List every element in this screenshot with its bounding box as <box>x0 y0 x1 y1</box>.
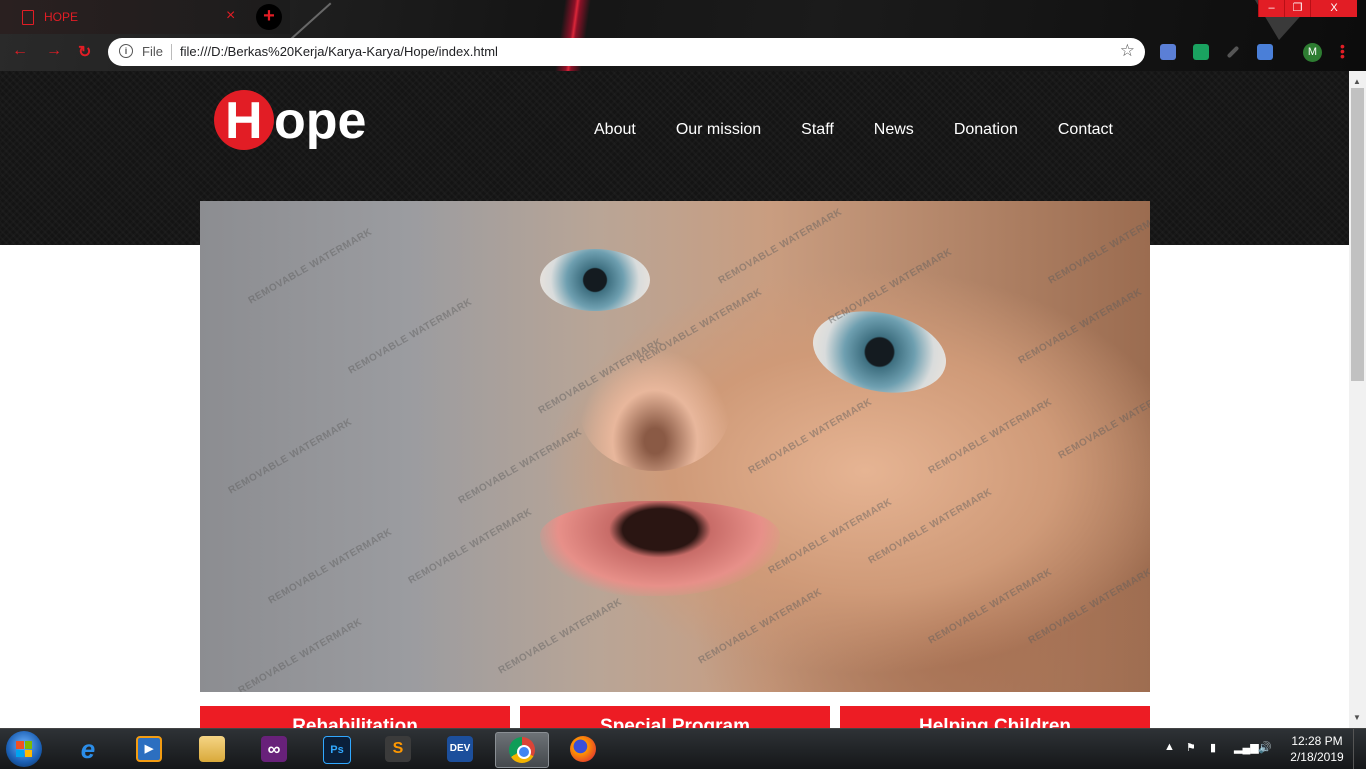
power-icon[interactable]: ▮ <box>1210 741 1216 754</box>
nav-staff[interactable]: Staff <box>801 121 834 139</box>
feature-tiles: Rehabilitation Special Program Helping C… <box>200 706 1150 728</box>
main-nav: About Our mission Staff News Donation Co… <box>594 121 1113 139</box>
taskbar-dev-cpp[interactable]: DEV <box>434 732 486 766</box>
address-separator <box>171 44 172 60</box>
logo-initial: H <box>225 92 263 150</box>
watermark: REMOVABLE WATERMARK <box>1056 381 1150 462</box>
taskbar-chrome[interactable] <box>495 732 549 768</box>
taskbar-internet-explorer[interactable]: e <box>62 732 114 766</box>
nav-our-mission[interactable]: Our mission <box>676 121 761 139</box>
nav-news[interactable]: News <box>874 121 914 139</box>
watermark: REMOVABLE WATERMARK <box>746 396 875 477</box>
windows-logo-icon <box>16 741 32 757</box>
page-icon <box>22 10 34 25</box>
restore-button[interactable]: ❐ <box>1284 0 1310 17</box>
extension-icon-1[interactable] <box>1160 44 1176 60</box>
watermark: REMOVABLE WATERMARK <box>1046 206 1150 287</box>
hero-image: REMOVABLE WATERMARK REMOVABLE WATERMARK … <box>200 201 1150 692</box>
watermark: REMOVABLE WATERMARK <box>716 206 845 287</box>
translate-extension-icon[interactable] <box>1257 44 1273 60</box>
watermark: REMOVABLE WATERMARK <box>406 506 535 587</box>
scroll-up-icon[interactable]: ▲ <box>1353 77 1361 86</box>
nav-donation[interactable]: Donation <box>954 121 1018 139</box>
menu-icon[interactable]: • • • <box>1340 39 1345 63</box>
forward-icon[interactable]: → <box>46 42 62 60</box>
taskbar-file-explorer[interactable] <box>186 732 238 766</box>
clock-date: 2/18/2019 <box>1290 750 1344 764</box>
taskbar-visual-studio[interactable]: ∞ <box>248 732 300 766</box>
back-icon[interactable]: ← <box>12 42 28 60</box>
logo-text: ope <box>274 92 367 150</box>
start-button[interactable] <box>6 731 42 767</box>
internet-explorer-icon: e <box>80 734 96 764</box>
tab-title: HOPE <box>44 10 79 24</box>
system-clock[interactable]: 12:28 PM 2/18/2019 <box>1284 733 1350 765</box>
address-bar[interactable]: i File file:///D:/Berkas%20Kerja/Karya-K… <box>108 38 1145 66</box>
watermark: REMOVABLE WATERMARK <box>926 396 1055 477</box>
watermark: REMOVABLE WATERMARK <box>246 226 375 307</box>
url-text[interactable]: file:///D:/Berkas%20Kerja/Karya-Karya/Ho… <box>180 44 498 59</box>
pen-extension-icon[interactable] <box>1226 45 1240 59</box>
profile-avatar[interactable]: M <box>1303 43 1322 62</box>
nav-about[interactable]: About <box>594 121 636 139</box>
sublime-text-icon: S <box>385 736 411 762</box>
taskbar-sublime-text[interactable]: S <box>372 732 424 766</box>
taskbar-media-player[interactable]: ▶ <box>123 732 175 766</box>
action-center-flag-icon[interactable]: ⚑ <box>1186 741 1196 754</box>
tile-special-program[interactable]: Special Program <box>520 706 830 728</box>
browser-chrome: HOPE × + – ❐ X ← → ↻ i File file:///D:/B… <box>0 0 1366 71</box>
scroll-thumb[interactable] <box>1351 88 1364 381</box>
show-hidden-icons[interactable]: ▲ <box>1164 741 1175 753</box>
tab-close-icon[interactable]: × <box>226 7 235 25</box>
network-icon[interactable]: ▂▄▆ <box>1234 741 1259 754</box>
reload-icon[interactable]: ↻ <box>78 42 91 62</box>
media-player-icon: ▶ <box>136 736 162 762</box>
chrome-icon <box>509 737 535 763</box>
watermark: REMOVABLE WATERMARK <box>696 586 825 667</box>
visual-studio-icon: ∞ <box>261 736 287 762</box>
show-desktop-button[interactable] <box>1353 729 1366 769</box>
flag-extension-icon[interactable] <box>1193 44 1209 60</box>
watermark: REMOVABLE WATERMARK <box>346 296 475 377</box>
windows-taskbar: e ▶ ∞ Ps S DEV ▲ ⚑ ▮ ▂▄▆ 🔊 12:28 PM 2/18… <box>0 728 1366 769</box>
taskbar-photoshop[interactable]: Ps <box>310 732 362 766</box>
url-scheme-label: File <box>142 44 163 59</box>
watermark: REMOVABLE WATERMARK <box>496 596 625 677</box>
nav-contact[interactable]: Contact <box>1058 121 1113 139</box>
info-icon[interactable]: i <box>119 44 133 58</box>
firefox-icon <box>570 736 596 762</box>
tile-rehabilitation[interactable]: Rehabilitation <box>200 706 510 728</box>
left-eye <box>540 249 650 311</box>
photoshop-icon: Ps <box>323 736 351 764</box>
vertical-scrollbar[interactable]: ▲ ▼ <box>1349 71 1366 728</box>
watermark: REMOVABLE WATERMARK <box>636 286 765 367</box>
taskbar-firefox[interactable] <box>557 732 609 766</box>
watermark: REMOVABLE WATERMARK <box>236 616 365 692</box>
watermark: REMOVABLE WATERMARK <box>266 526 395 607</box>
bookmark-star-icon[interactable]: ☆ <box>1120 41 1135 61</box>
watermark: REMOVABLE WATERMARK <box>1016 286 1145 367</box>
minimize-button[interactable]: – <box>1258 0 1284 17</box>
window-controls: – ❐ X <box>1258 0 1357 18</box>
dev-cpp-icon: DEV <box>447 736 473 762</box>
browser-tab[interactable]: HOPE × <box>0 0 290 34</box>
web-page: H ope About Our mission Staff News Donat… <box>0 71 1349 728</box>
watermark: REMOVABLE WATERMARK <box>456 426 585 507</box>
volume-icon[interactable]: 🔊 <box>1258 741 1272 754</box>
window-close-button[interactable]: X <box>1310 0 1357 17</box>
watermark: REMOVABLE WATERMARK <box>226 416 355 497</box>
new-tab-button[interactable]: + <box>256 4 282 30</box>
tile-helping-children[interactable]: Helping Children <box>840 706 1150 728</box>
folder-icon <box>199 736 225 762</box>
clock-time: 12:28 PM <box>1291 734 1343 748</box>
scroll-down-icon[interactable]: ▼ <box>1353 713 1361 722</box>
mouth <box>540 501 780 596</box>
